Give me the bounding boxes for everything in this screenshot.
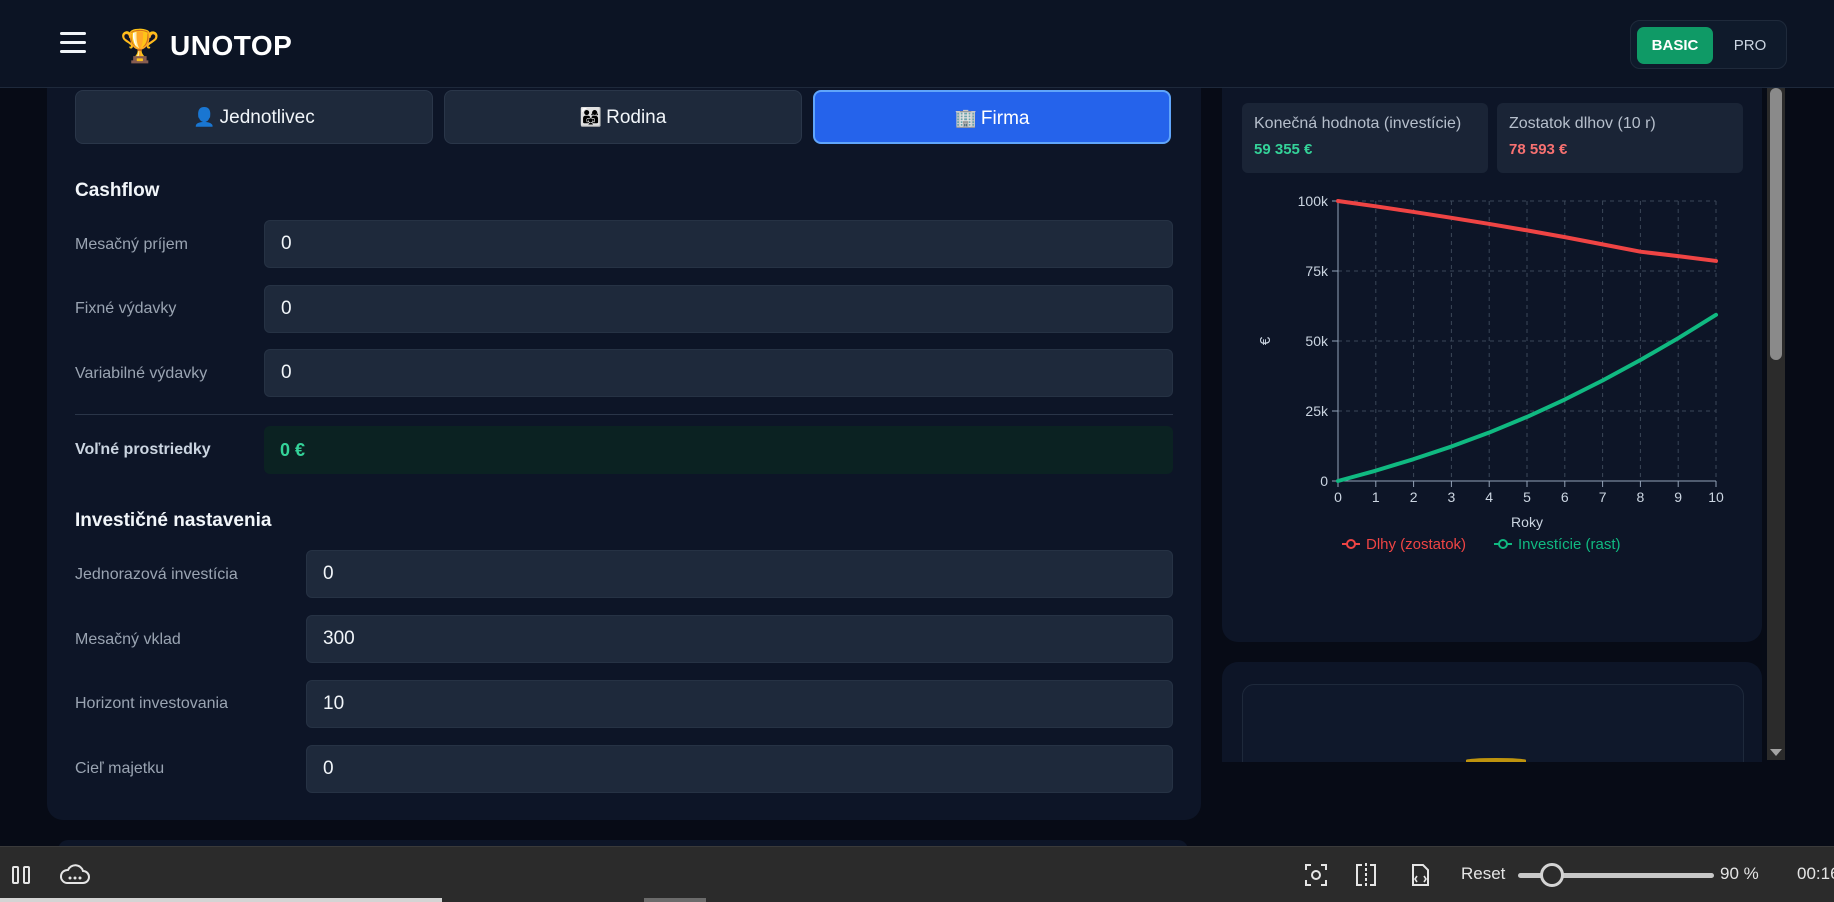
screenshot-icon[interactable]	[1302, 861, 1330, 889]
debt-balance-label: Zostatok dlhov (10 r)	[1509, 115, 1656, 132]
debt-balance-stat: Zostatok dlhov (10 r) 78 593 €	[1497, 103, 1743, 173]
office-building-icon: 🏢	[954, 108, 977, 128]
final-value-stat: Konečná hodnota (investície) 59 355 €	[1242, 103, 1488, 173]
x-tick-label: 5	[1523, 489, 1531, 505]
brand-name: UNOTOP	[170, 30, 293, 61]
cashflow-title: Cashflow	[75, 180, 160, 201]
monthly-income-input[interactable]	[264, 220, 1173, 268]
horizon-input[interactable]	[306, 680, 1173, 728]
page-background	[1210, 762, 1800, 846]
y-tick-label: 25k	[1305, 403, 1329, 419]
time-display: 00:16	[1797, 864, 1834, 883]
x-tick-label: 2	[1410, 489, 1418, 505]
monthly-income-label: Mesačný príjem	[75, 236, 188, 253]
scroll-down-arrow-icon[interactable]	[1770, 749, 1782, 756]
tab-jednotlivec[interactable]: 👤 Jednotlivec	[75, 90, 433, 144]
monthly-deposit-label: Mesačný vklad	[75, 631, 181, 648]
x-tick-label: 4	[1485, 489, 1493, 505]
x-tick-label: 1	[1372, 489, 1380, 505]
panel-scrollbar[interactable]	[1767, 88, 1785, 760]
family-icon: 👨‍👩‍👧	[579, 107, 603, 127]
menu-icon[interactable]	[60, 32, 86, 54]
legend-marker	[1346, 539, 1356, 549]
monthly-deposit-input[interactable]	[306, 615, 1173, 663]
tab-firma[interactable]: 🏢 Firma	[813, 90, 1171, 144]
investment-settings-title: Investičné nastavenia	[75, 510, 272, 531]
legend-label: Investície (rast)	[1518, 536, 1621, 553]
wealth-goal-label: Cieľ majetku	[75, 760, 165, 777]
reset-button[interactable]: Reset	[1461, 864, 1505, 884]
person-icon: 👤	[193, 107, 216, 127]
top-header: 🏆 UNOTOP BASIC PRO	[0, 0, 1834, 88]
mode-toggle: BASIC PRO	[1630, 20, 1787, 69]
wealth-goal-input[interactable]	[306, 745, 1173, 793]
x-tick-label: 6	[1561, 489, 1569, 505]
pause-icon[interactable]	[8, 861, 36, 889]
code-file-icon[interactable]	[1406, 861, 1434, 889]
lump-sum-label: Jednorazová investícia	[75, 566, 238, 583]
trophy-icon: 🏆	[120, 28, 160, 64]
player-bar: Reset 90 % 00:16	[0, 846, 1834, 902]
cloud-icon[interactable]	[58, 861, 92, 889]
zoom-slider-thumb[interactable]	[1540, 863, 1564, 887]
horizon-label: Horizont investovania	[75, 695, 228, 712]
divider	[75, 414, 1173, 415]
tab-label: Firma	[980, 108, 1030, 129]
variable-expenses-label: Variabilné výdavky	[75, 365, 208, 382]
y-tick-label: 75k	[1305, 263, 1329, 279]
legend-marker	[1498, 539, 1508, 549]
pro-mode-button[interactable]: PRO	[1719, 27, 1781, 64]
final-value-amount: 59 355 €	[1254, 141, 1313, 158]
x-tick-label: 0	[1334, 489, 1342, 505]
y-tick-label: 50k	[1305, 333, 1329, 349]
x-axis-label: Roky	[1511, 514, 1543, 530]
x-tick-label: 3	[1448, 489, 1456, 505]
progress-bar	[0, 898, 442, 902]
x-tick-label: 10	[1708, 489, 1724, 505]
final-value-label: Konečná hodnota (investície)	[1254, 115, 1462, 132]
variable-expenses-input[interactable]	[264, 349, 1173, 397]
progress-bar-segment	[644, 898, 706, 902]
free-funds-label: Voľné prostriedky	[75, 441, 211, 458]
legend-label: Dlhy (zostatok)	[1366, 536, 1466, 553]
x-tick-label: 7	[1599, 489, 1607, 505]
x-tick-label: 8	[1637, 489, 1645, 505]
free-funds-value: 0 €	[264, 426, 1173, 474]
zoom-level: 90 %	[1720, 864, 1759, 883]
tab-label: Rodina	[606, 107, 667, 128]
fixed-expenses-label: Fixné výdavky	[75, 300, 177, 317]
debt-balance-amount: 78 593 €	[1509, 141, 1568, 158]
app: 👤 Jednotlivec 👨‍👩‍👧 Rodina 🏢 Firma Cashflow…	[0, 0, 1834, 846]
growth-chart: 0 25k 50k 75k 100k 0 1 2 3 4 5 6 7 8 9 10 Roky € Dlhy (zos…	[1257, 193, 1724, 553]
y-axis-label: €	[1257, 336, 1274, 345]
basic-mode-button[interactable]: BASIC	[1637, 27, 1713, 64]
y-tick-label: 100k	[1298, 193, 1329, 209]
x-tick-label: 9	[1674, 489, 1682, 505]
y-tick-label: 0	[1320, 473, 1328, 489]
fixed-expenses-input[interactable]	[264, 285, 1173, 333]
lump-sum-input[interactable]	[306, 550, 1173, 598]
scroll-thumb[interactable]	[1770, 88, 1782, 360]
tab-rodina[interactable]: 👨‍👩‍👧 Rodina	[444, 90, 802, 144]
tab-label: Jednotlivec	[219, 107, 315, 128]
split-view-icon[interactable]	[1352, 861, 1380, 889]
